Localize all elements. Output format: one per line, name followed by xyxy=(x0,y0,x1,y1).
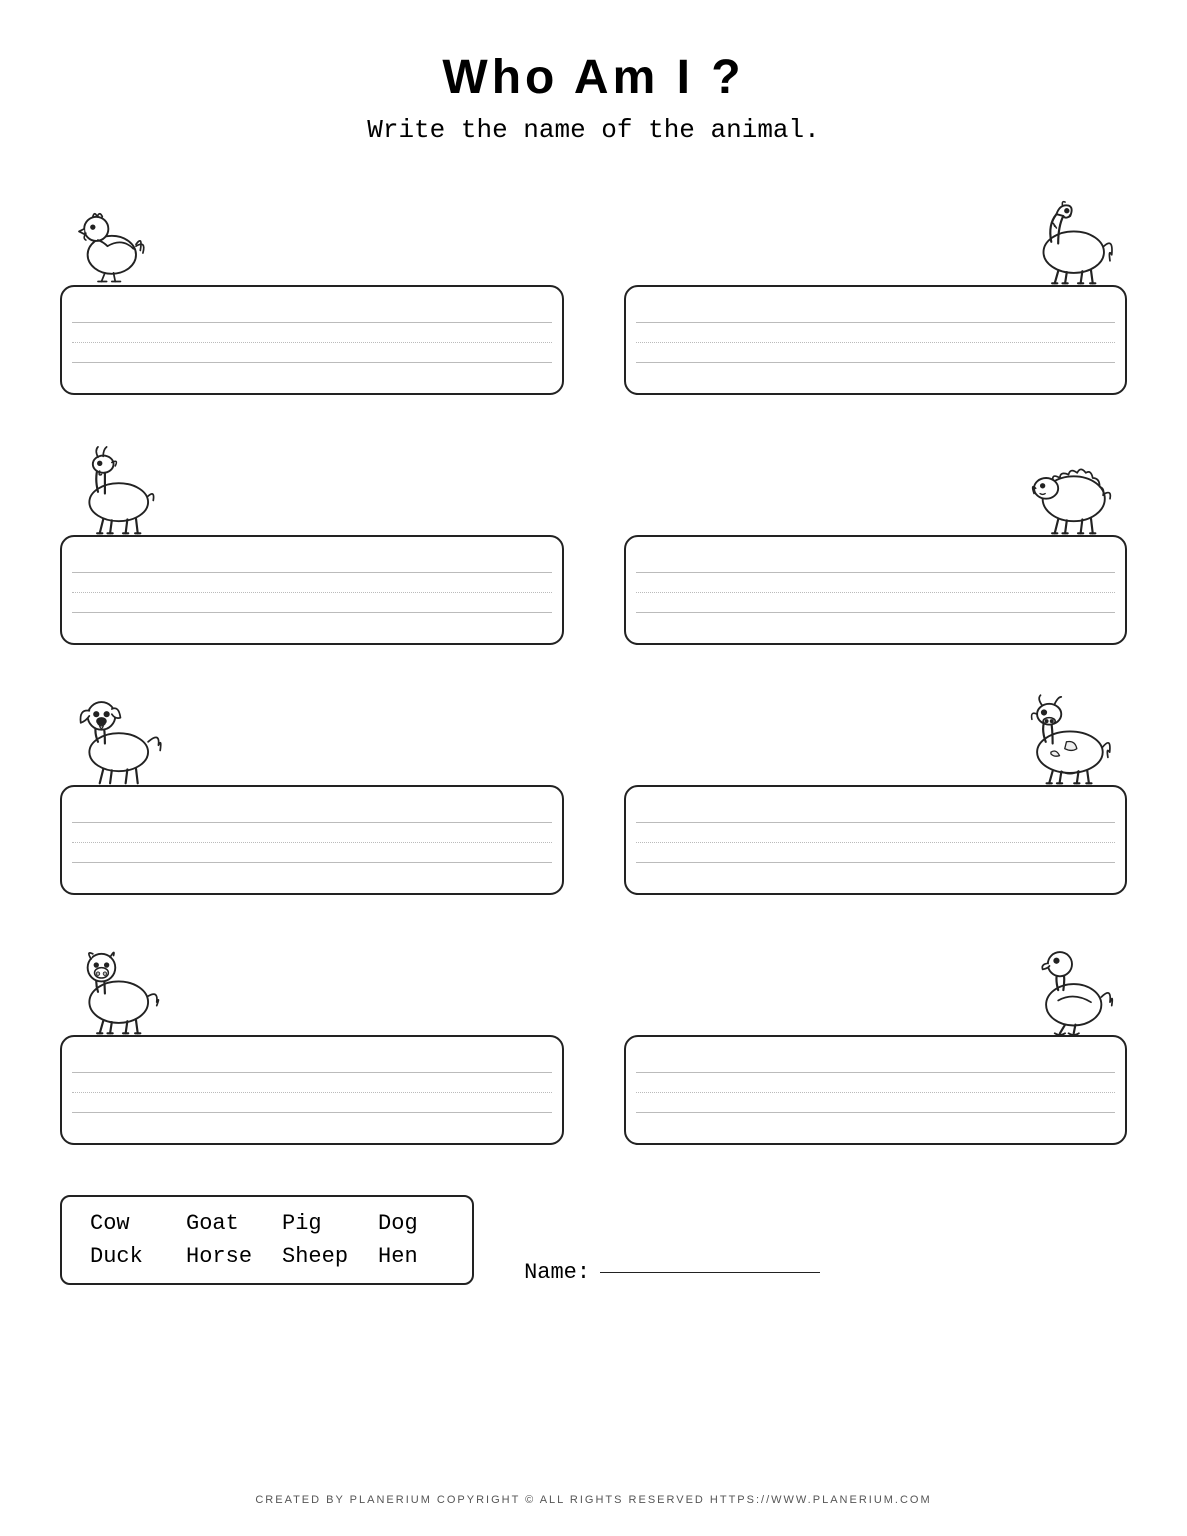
word-pig: Pig xyxy=(282,1211,348,1236)
page-title: Who Am I ? xyxy=(442,50,744,105)
sheep-icon xyxy=(1015,440,1127,535)
horse-icon xyxy=(1015,190,1127,285)
horse-image-container xyxy=(624,175,1128,285)
animal-item-sheep xyxy=(624,425,1128,645)
animal-item-horse xyxy=(624,175,1128,395)
hen-write-box[interactable] xyxy=(60,285,564,395)
name-underline[interactable] xyxy=(600,1272,820,1273)
cow-write-box[interactable] xyxy=(624,785,1128,895)
pig-icon xyxy=(60,940,172,1035)
name-label: Name: xyxy=(524,1260,590,1285)
dog-image-container xyxy=(60,675,564,785)
word-goat: Goat xyxy=(186,1211,252,1236)
cow-image-container xyxy=(624,675,1128,785)
goat-image-container xyxy=(60,425,564,535)
footer: CREATED BY PLANERIUM COPYRIGHT © ALL RIG… xyxy=(255,1474,931,1516)
name-field-container: Name: xyxy=(524,1240,820,1285)
dog-write-box[interactable] xyxy=(60,785,564,895)
goat-write-box[interactable] xyxy=(60,535,564,645)
goat-icon xyxy=(60,440,172,535)
word-horse: Horse xyxy=(186,1244,252,1269)
hen-image-container xyxy=(60,175,564,285)
word-hen: Hen xyxy=(378,1244,444,1269)
pig-image-container xyxy=(60,925,564,1035)
duck-image-container xyxy=(624,925,1128,1035)
sheep-write-box[interactable] xyxy=(624,535,1128,645)
dog-icon xyxy=(60,690,172,785)
word-cow: Cow xyxy=(90,1211,156,1236)
duck-icon xyxy=(1015,940,1127,1035)
animal-item-dog xyxy=(60,675,564,895)
cow-icon xyxy=(1006,690,1127,785)
animal-item-cow xyxy=(624,675,1128,895)
duck-write-box[interactable] xyxy=(624,1035,1128,1145)
animal-item-hen xyxy=(60,175,564,395)
animal-item-pig xyxy=(60,925,564,1145)
horse-write-box[interactable] xyxy=(624,285,1128,395)
hen-icon xyxy=(60,190,164,285)
animal-item-duck xyxy=(624,925,1128,1145)
animal-item-goat xyxy=(60,425,564,645)
word-dog: Dog xyxy=(378,1211,444,1236)
pig-write-box[interactable] xyxy=(60,1035,564,1145)
word-bank: Cow Goat Pig Dog Duck Horse Sheep Hen xyxy=(60,1195,474,1285)
sheep-image-container xyxy=(624,425,1128,535)
word-duck: Duck xyxy=(90,1244,156,1269)
word-sheep: Sheep xyxy=(282,1244,348,1269)
subtitle: Write the name of the animal. xyxy=(367,115,819,145)
animal-grid xyxy=(60,175,1127,1145)
bottom-section: Cow Goat Pig Dog Duck Horse Sheep Hen Na… xyxy=(60,1195,1127,1285)
